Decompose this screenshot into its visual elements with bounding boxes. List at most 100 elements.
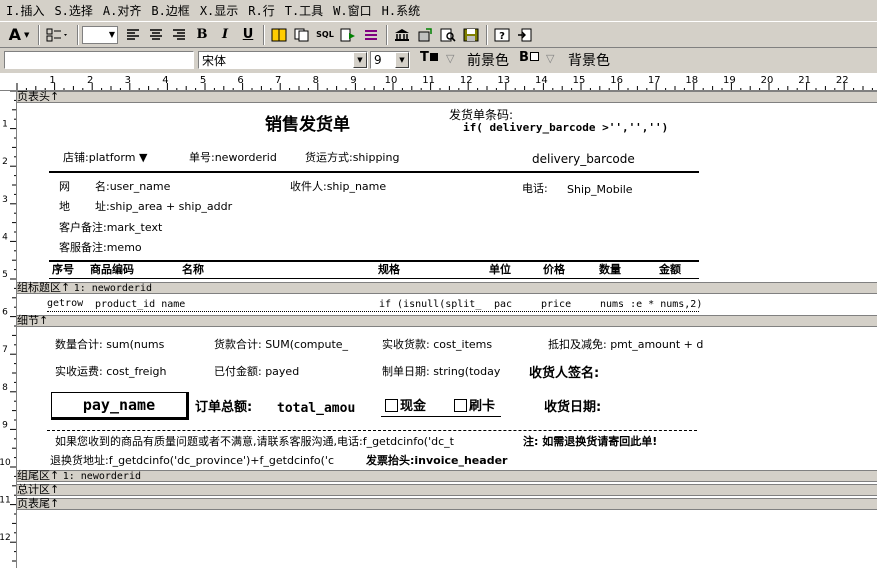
menu-border[interactable]: B.边框 [147,2,193,19]
ruler-label: 21 [798,75,811,86]
col-header-code[interactable]: 商品编码 [90,263,134,276]
detail-unit[interactable]: pac [494,298,512,311]
divider-line [49,260,699,262]
grid-icon[interactable] [360,24,382,46]
menu-select[interactable]: S.选择 [50,2,96,19]
barcode-field[interactable]: delivery_barcode [532,153,635,166]
notice-bold-text[interactable]: 注: 如需退换货请寄回此单! [523,435,657,448]
underline-button[interactable]: U [237,24,259,46]
discount-field[interactable]: 抵扣及减免: pmt_amount + d [548,338,703,351]
col-header-price[interactable]: 价格 [543,263,565,276]
preview-icon[interactable] [437,24,459,46]
card-checkbox[interactable]: 刷卡 [454,399,495,415]
copy-icon[interactable] [291,24,313,46]
bank-icon[interactable] [391,24,413,46]
menu-system[interactable]: H.系统 [378,2,424,19]
underline-color-icon[interactable]: T [420,50,438,65]
qty-total-field[interactable]: 数量合计: sum(nums [55,338,164,351]
align-right-icon[interactable] [168,24,190,46]
menu-window[interactable]: W.窗口 [329,2,375,19]
checkbox-card[interactable] [454,399,467,412]
service-note-field[interactable]: 客服备注:memo [59,241,142,254]
background-color-label[interactable]: 背景色 [568,50,610,70]
detail-amount[interactable]: nums :e * nums,2) [600,298,702,311]
color-picker[interactable]: ▼ [82,25,118,44]
notice-text[interactable]: 如果您收到的商品有质量问题或者不满意,请联系客服沟通,电话:f_getdcinf… [55,435,454,448]
style-combobox[interactable] [4,51,194,69]
menu-row[interactable]: R.行 [244,2,278,19]
cash-checkbox[interactable]: 现金 [385,399,426,415]
chevron-down-icon[interactable]: ▼ [353,52,367,68]
ruler-label: 13 [497,75,510,86]
foreground-color-label[interactable]: 前景色 [467,50,509,70]
sql-button[interactable]: SQL [314,24,336,46]
ruler-label: 11 [422,75,435,86]
menu-display[interactable]: X.显示 [196,2,242,19]
made-date-field[interactable]: 制单日期: string(today [382,365,500,378]
report-canvas[interactable]: 页表头↑ 销售发货单 发货单条码: if( delivery_barcode >… [17,91,877,568]
menu-align[interactable]: A.对齐 [99,2,145,19]
order-total-field[interactable]: total_amou [277,401,355,417]
help-icon[interactable]: ? [491,24,513,46]
sign-label[interactable]: 收货人签名: [529,366,599,382]
barcode-expression[interactable]: if( delivery_barcode >'','','') [463,121,668,134]
goods-total-field[interactable]: 货款合计: SUM(compute_ [214,338,348,351]
detail-rownum[interactable]: getrow [47,297,83,310]
customer-note-field[interactable]: 客户备注:mark_text [59,221,162,234]
run-icon[interactable] [337,24,359,46]
order-total-label[interactable]: 订单总额: [195,400,252,416]
phone-field[interactable]: Ship_Mobile [567,183,633,196]
ruler-label: 4 [2,232,8,242]
col-header-spec[interactable]: 规格 [378,263,400,276]
detail-price[interactable]: price [541,298,571,311]
bold-button[interactable]: B [191,24,213,46]
menu-tools[interactable]: T.工具 [281,2,327,19]
col-header-qty[interactable]: 数量 [599,263,621,276]
band-summary[interactable]: 总计区↑ [17,484,877,496]
col-header-seq[interactable]: 序号 [52,263,74,276]
chevron-down-icon[interactable]: ▼ [395,52,409,68]
receive-date-label[interactable]: 收货日期: [544,400,601,416]
detail-product[interactable]: product_id name [95,298,185,311]
band-group-footer[interactable]: 组尾区↑ 1: neworderid [17,470,877,482]
col-header-amount[interactable]: 金额 [659,263,681,276]
receiver-field[interactable]: 收件人:ship_name [290,180,386,193]
report-title[interactable]: 销售发货单 [265,115,350,135]
italic-button[interactable]: I [214,24,236,46]
menu-insert[interactable]: I.插入 [2,2,48,19]
align-center-icon[interactable] [145,24,167,46]
exit-icon[interactable] [514,24,536,46]
chevron-down-icon[interactable]: ▽ [546,52,554,65]
net-name-field[interactable]: 名:user_name [95,180,170,193]
font-style-button[interactable]: A ▼ [4,24,34,46]
band-group-header[interactable]: 组标题区↑ 1: neworderid [17,282,877,294]
font-size-select[interactable]: 9 ▼ [370,51,410,69]
col-header-unit[interactable]: 单位 [489,263,511,276]
return-address-field[interactable]: 退换货地址:f_getdcinfo('dc_province')+f_getdc… [50,454,334,467]
shop-field[interactable]: 店铺:platform ▼ [63,151,147,164]
checkbox-cash[interactable] [385,399,398,412]
export-icon[interactable] [414,24,436,46]
ruler-label: 2 [87,75,93,86]
order-number-field[interactable]: 单号:neworderid [189,151,277,164]
layout-icon[interactable] [43,24,73,46]
invoice-field[interactable]: 发票抬头:invoice_header [366,454,507,467]
font-name-select[interactable]: 宋体 ▼ [198,51,368,69]
band-page-footer[interactable]: 页表尾↑ [17,498,877,510]
paid-field[interactable]: 已付金额: payed [214,365,299,378]
save-icon[interactable] [460,24,482,46]
band-detail[interactable]: 细节↑ [17,315,877,327]
vertical-ruler: 1 2 3 4 5 6 7 8 9 10 11 12 [0,91,17,568]
pay-name-box[interactable]: pay_name [51,392,189,420]
band-page-header[interactable]: 页表头↑ [17,91,877,103]
freight-field[interactable]: 实收运费: cost_freigh [55,365,166,378]
column-layout-icon[interactable] [268,24,290,46]
received-field[interactable]: 实收货款: cost_items [382,338,492,351]
chevron-down-icon[interactable]: ▽ [446,52,454,65]
shipping-method-field[interactable]: 货运方式:shipping [305,151,399,164]
detail-spec[interactable]: if (isnull(split_ [379,298,481,311]
align-left-icon[interactable] [122,24,144,46]
border-color-icon[interactable]: B [519,50,539,65]
col-header-name[interactable]: 名称 [182,263,204,276]
address-field[interactable]: 址:ship_area + ship_addr [95,200,232,213]
